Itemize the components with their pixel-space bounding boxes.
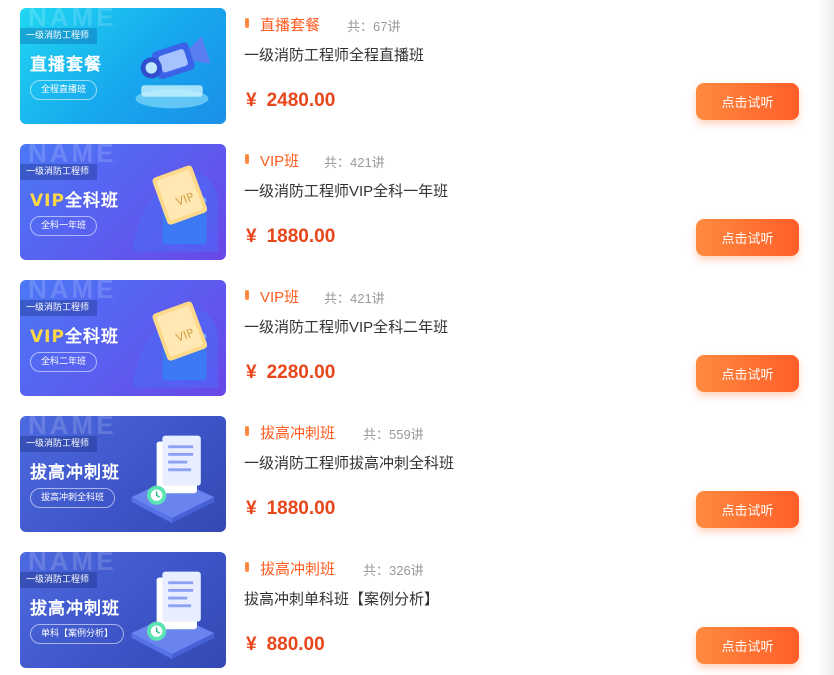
course-title[interactable]: 一级消防工程师VIP全科二年班 [244, 316, 448, 337]
course-price: ¥2280.00 [246, 362, 336, 383]
course-card: NAME 一级消防工程师 VIP全科班 全科二年班 VIP VIP班 共：421… [20, 280, 810, 396]
document-clock-icon [131, 435, 215, 524]
course-list: NAME 一级消防工程师 直播套餐 全程直播班 直播套餐 共：67讲 一级消防工… [20, 8, 810, 668]
video-camera-icon [135, 36, 211, 109]
trial-listen-button[interactable]: 点击试听 [696, 627, 799, 664]
trial-listen-button[interactable]: 点击试听 [696, 219, 799, 256]
course-category: VIP班 [260, 153, 300, 170]
course-category: VIP班 [260, 289, 300, 306]
lesson-count: 共：559讲 [363, 427, 424, 442]
vip-ticket-icon: VIP [133, 165, 219, 252]
lesson-count: 共：326讲 [363, 563, 424, 578]
trial-listen-button[interactable]: 点击试听 [696, 83, 799, 120]
category-marker [245, 154, 249, 164]
thumbnail-headline: 拔高冲刺班 [30, 463, 120, 483]
scroll-edge-shadow [818, 0, 834, 675]
lesson-count: 共：421讲 [324, 155, 385, 170]
thumbnail-tag: 一级消防工程师 [20, 436, 98, 452]
course-category: 拔高冲刺班 [260, 561, 336, 578]
course-price: ¥2480.00 [246, 90, 336, 111]
thumbnail-headline: VIP全科班 [30, 191, 119, 211]
thumbnail-tag: 一级消防工程师 [20, 28, 98, 44]
thumbnail-headline: 拔高冲刺班 [30, 599, 120, 619]
course-thumbnail[interactable]: NAME 一级消防工程师 VIP全科班 全科一年班 VIP [20, 144, 226, 260]
course-thumbnail[interactable]: NAME 一级消防工程师 拔高冲刺班 拔高冲刺全科班 [20, 416, 226, 532]
vip-ticket-icon: VIP [133, 301, 219, 388]
category-marker [245, 426, 249, 436]
course-price: ¥1880.00 [246, 226, 336, 247]
course-card: NAME 一级消防工程师 拔高冲刺班 拔高冲刺全科班 拔高冲刺班 共：559讲 [20, 416, 810, 532]
course-title[interactable]: 一级消防工程师全程直播班 [244, 44, 424, 65]
category-marker [245, 290, 249, 300]
thumbnail-tag: 一级消防工程师 [20, 572, 98, 588]
thumbnail-tag: 一级消防工程师 [20, 300, 98, 316]
category-marker [245, 562, 249, 572]
thumbnail-headline: 直播套餐 [30, 55, 102, 75]
course-thumbnail[interactable]: NAME 一级消防工程师 拔高冲刺班 单科【案例分析】 [20, 552, 226, 668]
course-thumbnail[interactable]: NAME 一级消防工程师 直播套餐 全程直播班 [20, 8, 226, 124]
course-price: ¥880.00 [246, 634, 325, 655]
course-card: NAME 一级消防工程师 直播套餐 全程直播班 直播套餐 共：67讲 一级消防工… [20, 8, 810, 124]
thumbnail-pill: 单科【案例分析】 [30, 624, 125, 644]
lesson-count: 共：67讲 [347, 19, 401, 34]
course-card: NAME 一级消防工程师 VIP全科班 全科一年班 VIP VIP班 共：421… [20, 144, 810, 260]
course-category: 拔高冲刺班 [260, 425, 336, 442]
course-title[interactable]: 一级消防工程师拔高冲刺全科班 [244, 452, 454, 473]
document-clock-icon [131, 571, 215, 660]
category-marker [245, 18, 249, 28]
thumbnail-pill: 全科一年班 [30, 216, 98, 236]
course-thumbnail[interactable]: NAME 一级消防工程师 VIP全科班 全科二年班 VIP [20, 280, 226, 396]
course-card: NAME 一级消防工程师 拔高冲刺班 单科【案例分析】 拔高冲刺班 共：326讲 [20, 552, 810, 668]
course-category: 直播套餐 [260, 17, 321, 34]
course-price: ¥1880.00 [246, 498, 336, 519]
thumbnail-pill: 拔高冲刺全科班 [30, 488, 116, 508]
course-title[interactable]: 拔高冲刺单科班【案例分析】 [244, 588, 439, 609]
thumbnail-tag: 一级消防工程师 [20, 164, 98, 180]
course-title[interactable]: 一级消防工程师VIP全科一年班 [244, 180, 448, 201]
thumbnail-pill: 全科二年班 [30, 352, 98, 372]
trial-listen-button[interactable]: 点击试听 [696, 355, 799, 392]
thumbnail-headline: VIP全科班 [30, 327, 119, 347]
lesson-count: 共：421讲 [324, 291, 385, 306]
thumbnail-pill: 全程直播班 [30, 80, 98, 100]
trial-listen-button[interactable]: 点击试听 [696, 491, 799, 528]
